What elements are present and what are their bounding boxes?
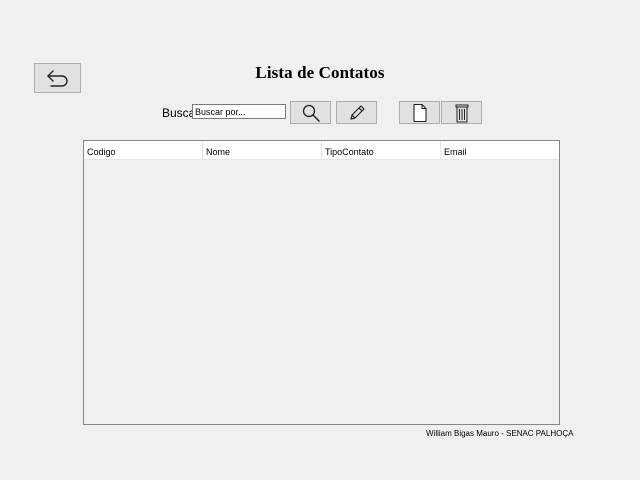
new-document-icon	[411, 103, 429, 123]
search-label: Busca	[162, 106, 196, 120]
pencil-icon	[347, 103, 367, 123]
magnifier-icon	[301, 103, 321, 123]
column-header-nome[interactable]: Nome	[203, 141, 322, 159]
column-header-tipocontato[interactable]: TipoContato	[322, 141, 441, 159]
contacts-table[interactable]: Codigo Nome TipoContato Email	[83, 140, 560, 425]
delete-button[interactable]	[441, 101, 482, 124]
search-button[interactable]	[290, 101, 331, 124]
new-button[interactable]	[399, 101, 440, 124]
column-header-codigo[interactable]: Codigo	[84, 141, 203, 159]
footer-credit: William Bigas Mauro - SENAC PALHOÇA	[426, 429, 574, 438]
table-header: Codigo Nome TipoContato Email	[84, 141, 559, 160]
edit-button[interactable]	[336, 101, 377, 124]
page-title: Lista de Contatos	[255, 63, 385, 82]
trash-icon	[454, 103, 470, 123]
search-input[interactable]	[192, 104, 286, 119]
column-header-email[interactable]: Email	[441, 141, 559, 159]
